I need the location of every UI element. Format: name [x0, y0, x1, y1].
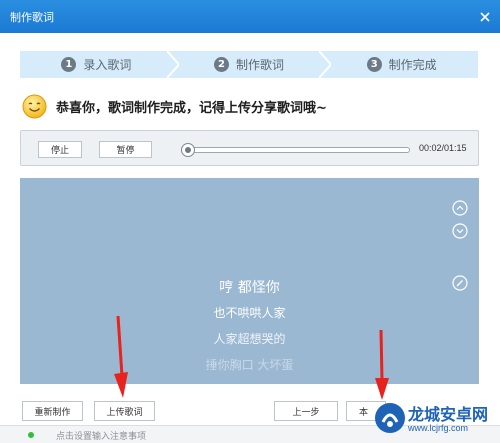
progress-bar[interactable] — [180, 143, 410, 157]
step-separator-icon — [319, 51, 332, 78]
watermark: 龙城安卓网 www.lcjrfg.com — [372, 398, 500, 443]
pause-button[interactable]: 暂停 — [99, 141, 152, 158]
status-input-hint[interactable]: 点击设置输入注意事项 — [56, 429, 146, 442]
lyric-line: 人家超想哭的 — [213, 332, 286, 346]
step-number: 1 — [61, 57, 77, 72]
step-complete: 3 制作完成 — [325, 51, 478, 78]
step-label: 制作完成 — [388, 58, 437, 72]
watermark-logo-icon — [375, 403, 405, 433]
progress-knob[interactable] — [180, 143, 195, 157]
step-number: 2 — [214, 57, 229, 72]
congrats-text: 恭喜你，歌词制作完成，记得上传分享歌词哦~ — [56, 101, 327, 116]
audio-player: 停止 暂停 00:02/01:15 — [20, 130, 479, 166]
congrats-message: 恭喜你，歌词制作完成，记得上传分享歌词哦~ — [22, 94, 327, 119]
red-arrow-icon — [114, 316, 128, 398]
lyrics-preview: 哼 都怪你 也不哄哄人家 人家超想哭的 捶你胸口 大坏蛋 — [20, 178, 479, 384]
window-title: 制作歌词 — [10, 11, 54, 24]
watermark-url: www.lcjrfg.com — [408, 423, 469, 433]
watermark-title: 龙城安卓网 — [408, 405, 489, 424]
lyric-line: 捶你胸口 大坏蛋 — [205, 358, 294, 372]
online-status-icon — [28, 432, 34, 438]
step-number: 3 — [366, 57, 382, 72]
close-icon[interactable] — [470, 0, 500, 33]
upload-lyrics-button[interactable]: 上传歌词 — [94, 401, 155, 421]
step-label: 制作歌词 — [236, 58, 285, 72]
playback-time: 00:02/01:15 — [419, 143, 467, 153]
previous-step-button[interactable]: 上一步 — [274, 401, 338, 421]
scroll-up-icon[interactable] — [452, 200, 468, 216]
scroll-down-icon[interactable] — [452, 223, 468, 239]
step-label: 录入歌词 — [83, 58, 132, 72]
smiley-icon — [22, 94, 47, 119]
step-record-lyrics: 1 录入歌词 — [20, 51, 179, 78]
red-arrow-icon — [375, 330, 389, 400]
lyric-line-current: 哼 都怪你 — [219, 280, 280, 296]
title-bar: 制作歌词 — [0, 0, 500, 33]
step-make-lyrics: 2 制作歌词 — [173, 51, 332, 78]
lyric-line: 也不哄哄人家 — [213, 306, 286, 320]
remake-button[interactable]: 重新制作 — [22, 401, 83, 421]
lyric-maker-dialog: 1 录入歌词 2 制作歌词 3 制作完成 恭喜你，歌词制作完成，记得上传分享歌词… — [0, 33, 500, 425]
stop-button[interactable]: 停止 — [38, 141, 82, 158]
step-separator-icon — [166, 51, 179, 78]
step-indicator: 1 录入歌词 2 制作歌词 3 制作完成 — [20, 51, 478, 78]
